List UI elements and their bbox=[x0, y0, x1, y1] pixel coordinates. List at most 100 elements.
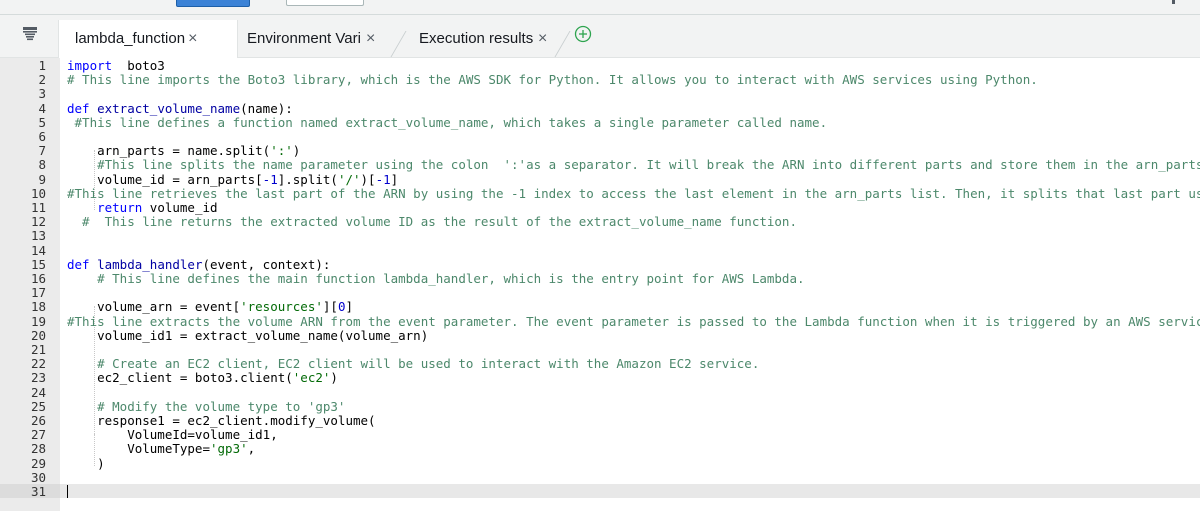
code-token: # This line defines the main function la… bbox=[67, 271, 805, 286]
close-icon[interactable]: × bbox=[538, 29, 547, 48]
code-token: import bbox=[67, 58, 113, 73]
code-token: ] bbox=[390, 171, 399, 187]
code-line[interactable] bbox=[67, 87, 1200, 101]
code-line[interactable]: import boto3 bbox=[67, 58, 1200, 73]
code-line[interactable]: response1 = ec2_client.modify_volume( bbox=[67, 413, 1200, 428]
code-token: arn_parts = name.split( bbox=[67, 143, 271, 159]
code-token: '/' bbox=[337, 171, 361, 187]
code-line[interactable] bbox=[67, 343, 1200, 357]
code-line[interactable]: def extract_volume_name(name): bbox=[67, 100, 1200, 116]
code-line[interactable]: volume_arn = event['resources'][0] bbox=[67, 300, 1200, 314]
line-number: 19 bbox=[30, 313, 46, 329]
plus-circle-icon[interactable] bbox=[574, 25, 592, 43]
tab-execution-results[interactable]: Execution results × bbox=[419, 29, 547, 59]
line-number: 13 bbox=[30, 228, 46, 244]
code-line[interactable]: ec2_client = boto3.client('ec2') bbox=[67, 371, 1200, 385]
line-number: 12 bbox=[30, 214, 46, 230]
code-line[interactable]: return volume_id bbox=[67, 200, 1200, 215]
line-number: 7 bbox=[38, 143, 46, 159]
toolbar-edge-mark bbox=[1172, 0, 1175, 4]
code-line[interactable] bbox=[67, 485, 1200, 499]
code-token: # This line returns the extracted volume… bbox=[67, 214, 797, 230]
tab-label: Environment Vari bbox=[247, 30, 361, 47]
code-token: (event, context): bbox=[202, 256, 331, 272]
code-token: #This line defines a function named extr… bbox=[67, 114, 828, 130]
code-line[interactable]: volume_id = arn_parts[-1].split('/')[-1] bbox=[67, 171, 1200, 187]
code-line[interactable]: # Modify the volume type to 'gp3' bbox=[67, 399, 1200, 414]
code-token: volume_id = arn_parts[ bbox=[67, 171, 263, 187]
primary-action-button[interactable] bbox=[176, 0, 250, 7]
code-token: boto3 bbox=[112, 58, 165, 73]
code-line[interactable]: #This line extracts the volume ARN from … bbox=[67, 313, 1200, 329]
code-token: ec2_client = boto3.client( bbox=[67, 370, 293, 386]
line-number: 30 bbox=[30, 469, 46, 485]
close-icon[interactable]: × bbox=[366, 29, 375, 48]
close-icon[interactable]: × bbox=[188, 29, 197, 48]
line-number: 29 bbox=[30, 455, 46, 471]
code-token: response1 = ec2_client.modify_volume( bbox=[67, 413, 376, 428]
file-tree-icon[interactable] bbox=[22, 25, 38, 43]
code-token: 'ec2' bbox=[292, 370, 331, 386]
code-token: ) bbox=[292, 143, 301, 159]
code-line[interactable] bbox=[67, 229, 1200, 243]
code-token: -1 bbox=[375, 171, 391, 187]
line-number: 4 bbox=[38, 100, 46, 116]
top-toolbar-strip bbox=[0, 0, 1200, 15]
code-line[interactable]: #This line splits the name parameter usi… bbox=[67, 158, 1200, 172]
secondary-action-button[interactable] bbox=[286, 0, 364, 6]
code-token: extract_volume_name bbox=[97, 100, 241, 116]
code-token: #This line splits the name parameter usi… bbox=[67, 157, 1200, 173]
code-editor[interactable]: 1 2 3 4 5 6 7 8 9 10 11 12 13 14 15 16 17 18 19 20 21 22 23 24 2… bbox=[0, 58, 1200, 511]
code-token: return bbox=[67, 200, 143, 215]
line-number: 5 bbox=[38, 114, 46, 130]
code-token: ':' bbox=[270, 143, 293, 159]
code-line[interactable]: ) bbox=[67, 456, 1200, 471]
code-line[interactable] bbox=[67, 130, 1200, 144]
line-number: 8 bbox=[38, 157, 46, 173]
code-line[interactable]: VolumeId=volume_id1, bbox=[67, 428, 1200, 442]
code-line[interactable]: def lambda_handler(event, context): bbox=[67, 256, 1200, 272]
code-line[interactable]: # This line defines the main function la… bbox=[67, 271, 1200, 286]
line-number: 3 bbox=[38, 86, 46, 102]
code-token: #This line extracts the volume ARN from … bbox=[67, 313, 1200, 329]
tab-label: Execution results bbox=[419, 30, 534, 47]
editor-tab-bar: lambda_function × Environment Vari × Exe… bbox=[0, 15, 1200, 58]
code-token: #This line retrieves the last part of th… bbox=[67, 185, 1200, 201]
code-line[interactable] bbox=[67, 286, 1200, 300]
code-token: volume_arn = event[ bbox=[67, 299, 241, 315]
code-token: # This line imports the Boto3 library, w… bbox=[67, 72, 1038, 88]
code-line[interactable]: #This line defines a function named extr… bbox=[67, 114, 1200, 130]
code-line[interactable]: # This line returns the extracted volume… bbox=[67, 215, 1200, 229]
code-area[interactable]: import boto3 # This line imports the Boto… bbox=[60, 58, 1200, 511]
line-number: 24 bbox=[30, 384, 46, 400]
code-token: lambda_handler bbox=[97, 256, 203, 272]
code-token: ][ bbox=[322, 299, 338, 315]
line-number: 6 bbox=[38, 129, 46, 144]
line-number: 10 bbox=[30, 185, 46, 201]
line-number: 9 bbox=[38, 171, 46, 187]
tab-lambda-function[interactable]: lambda_function × bbox=[58, 20, 238, 58]
tab-separator bbox=[390, 31, 407, 57]
tab-environment-variables[interactable]: Environment Vari × bbox=[247, 29, 375, 59]
line-number: 2 bbox=[38, 72, 46, 88]
code-line[interactable]: # This line imports the Boto3 library, w… bbox=[67, 73, 1200, 87]
code-line[interactable]: # Create an EC2 client, EC2 client will … bbox=[67, 357, 1200, 371]
code-line[interactable] bbox=[67, 471, 1200, 485]
tab-separator bbox=[554, 31, 571, 57]
code-token: def bbox=[67, 100, 90, 116]
line-number: 26 bbox=[30, 413, 46, 428]
code-token: (name): bbox=[240, 100, 293, 116]
line-number: 27 bbox=[30, 427, 46, 443]
code-line[interactable] bbox=[67, 244, 1200, 258]
code-line[interactable] bbox=[67, 386, 1200, 400]
code-line[interactable]: #This line retrieves the last part of th… bbox=[67, 185, 1200, 201]
code-token: volume_id bbox=[142, 200, 218, 215]
code-token: def bbox=[67, 256, 90, 272]
code-line[interactable]: volume_id1 = extract_volume_name(volume_… bbox=[67, 328, 1200, 343]
code-token: # Create an EC2 client, EC2 client will … bbox=[67, 356, 760, 372]
code-line[interactable]: arn_parts = name.split(':') bbox=[67, 144, 1200, 158]
code-line[interactable]: VolumeType='gp3', bbox=[67, 442, 1200, 456]
line-number: 25 bbox=[30, 398, 46, 414]
line-number: 20 bbox=[30, 327, 46, 343]
